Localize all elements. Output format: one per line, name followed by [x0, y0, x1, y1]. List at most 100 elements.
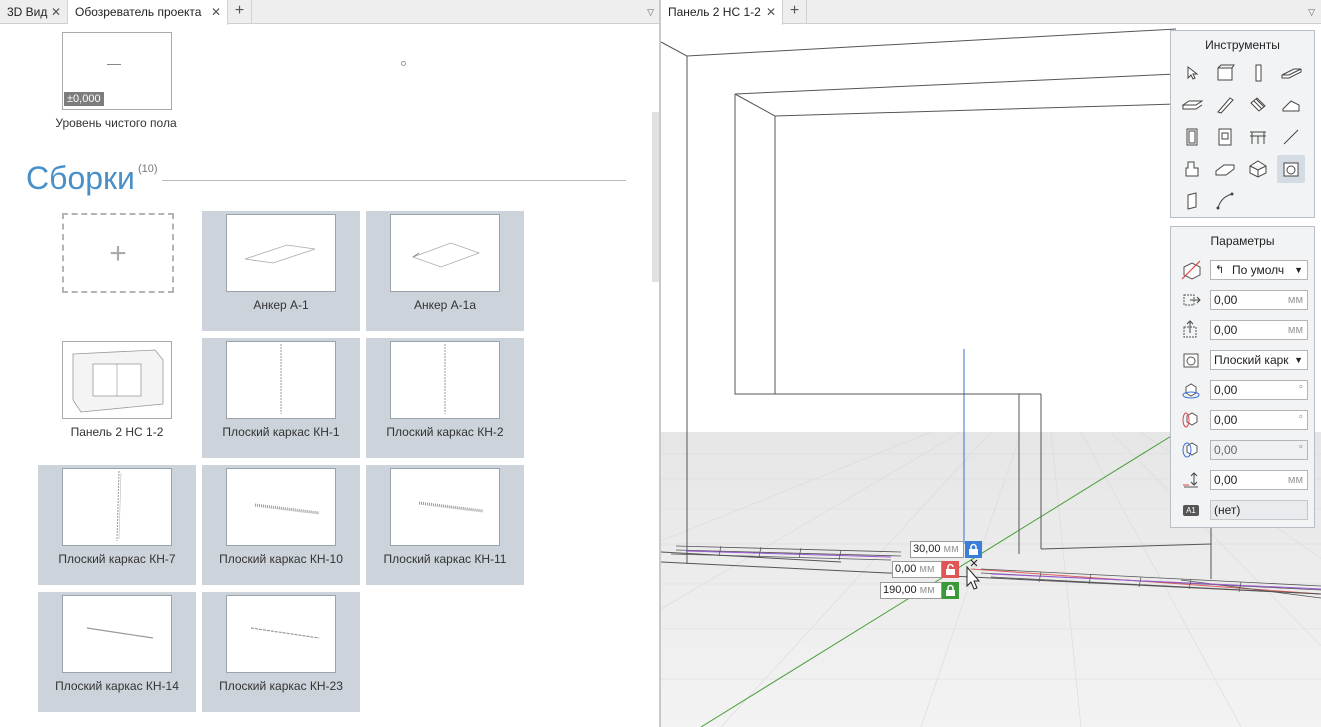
unit-label: °: [1298, 444, 1303, 456]
assembly-card[interactable]: Анкер А-1а: [366, 211, 524, 331]
rotate-y-value: 0,00: [1214, 443, 1238, 457]
axis-icon: ↰: [1215, 264, 1225, 276]
frame-preview-icon: [280, 344, 282, 414]
lock-icon[interactable]: [965, 541, 982, 558]
assembly-label: Панель 2 НС 1-2: [70, 425, 164, 439]
anchor-preview-icon: [244, 244, 316, 264]
tab-3d-view-label: 3D Вид: [7, 5, 48, 19]
frame-type-select[interactable]: Плоский карк ▼: [1210, 350, 1308, 370]
frame-preview-icon: [418, 501, 484, 513]
line-tool-icon[interactable]: [1277, 123, 1305, 151]
dimension-unit: мм: [919, 563, 935, 575]
offset-y-input[interactable]: 0,00 мм: [1210, 320, 1308, 340]
assembly-card[interactable]: Плоский каркас КН-7: [38, 465, 196, 585]
vertical-scrollbar[interactable]: [652, 112, 659, 282]
assembly-card[interactable]: Плоский каркас КН-23: [202, 592, 360, 712]
object-tool-icon[interactable]: [1178, 155, 1206, 183]
level-badge: ±0,000: [64, 92, 104, 106]
close-icon[interactable]: ✕: [51, 0, 61, 24]
slab-tool-icon[interactable]: [1178, 91, 1206, 119]
dimension-x-value: 0,00: [895, 563, 917, 575]
assembly-thumbnail: [226, 468, 336, 546]
column-tool-icon[interactable]: [1244, 59, 1272, 87]
assembly-card[interactable]: Плоский каркас КН-10: [202, 465, 360, 585]
opening-tool-icon[interactable]: [1178, 187, 1206, 215]
assembly-card[interactable]: Анкер А-1: [202, 211, 360, 331]
assembly-card[interactable]: Плоский каркас КН-11: [366, 465, 524, 585]
tab-panel-view[interactable]: Панель 2 НС 1-2 ✕: [661, 0, 783, 25]
frame-tool-icon[interactable]: [1277, 155, 1305, 183]
frame-preview-icon: [444, 344, 446, 414]
dimension-unit: мм: [943, 543, 959, 555]
ramp-tool-icon[interactable]: [1211, 91, 1239, 119]
lock-icon[interactable]: [942, 582, 959, 599]
add-tab-button[interactable]: +: [783, 0, 807, 24]
parameters-panel-title: Параметры: [1210, 234, 1275, 248]
unit-label: мм: [1287, 294, 1303, 306]
chevron-down-icon: ▼: [1294, 265, 1303, 275]
tab-menu-icon[interactable]: ▽: [647, 0, 654, 24]
add-tab-button[interactable]: +: [228, 0, 252, 24]
curve-tool-icon[interactable]: [1211, 187, 1239, 215]
assembly-card-panel[interactable]: [62, 341, 172, 419]
assembly-thumbnail: [226, 214, 336, 292]
frame-preview-icon: [250, 627, 320, 639]
assembly-card[interactable]: Плоский каркас КН-2: [366, 338, 524, 458]
dot-icon: [401, 61, 406, 66]
right-tab-bar: Панель 2 НС 1-2 ✕ + ▽: [661, 0, 1321, 25]
door-tool-icon[interactable]: [1178, 123, 1206, 151]
dimension-x-input[interactable]: 0,00 мм: [892, 561, 942, 578]
assembly-label: Анкер А-1: [253, 298, 309, 312]
window-tool-icon[interactable]: [1211, 123, 1239, 151]
rotate-z-icon: [1179, 378, 1203, 402]
assembly-label: Анкер А-1а: [413, 298, 477, 312]
assembly-thumbnail: [226, 341, 336, 419]
3d-viewport[interactable]: 30,00 мм 0,00 мм 190,00 мм Инструменты П…: [661, 24, 1321, 727]
beam-tool-icon[interactable]: [1277, 59, 1305, 87]
left-tab-bar: 3D Вид ✕ Обозреватель проекта ✕ + ▽: [0, 0, 660, 25]
section-title: Сборки: [26, 160, 135, 196]
close-icon[interactable]: ✕: [211, 0, 221, 24]
offset-x-input[interactable]: 0,00 мм: [1210, 290, 1308, 310]
tab-3d-view[interactable]: 3D Вид ✕: [0, 0, 68, 24]
tag-icon-label: A1: [1183, 504, 1199, 516]
wall-tool-icon[interactable]: [1211, 59, 1239, 87]
unlock-icon[interactable]: [942, 561, 959, 578]
view-mode-icon: [1179, 258, 1203, 282]
level-thumbnail[interactable]: ±0,000: [62, 32, 172, 110]
add-assembly-button[interactable]: +: [62, 213, 174, 293]
level-line: [107, 64, 121, 65]
height-input[interactable]: 0,00 мм: [1210, 470, 1308, 490]
stair-tool-icon[interactable]: [1244, 91, 1272, 119]
railing-tool-icon[interactable]: [1244, 123, 1272, 151]
tab-project-browser-label: Обозреватель проекта: [75, 5, 202, 19]
parameters-panel: Параметры По умолч ▼ ↰ 0,00 мм 0,00 мм Плоск…: [1170, 226, 1315, 528]
rotate-z-input[interactable]: 0,00 °: [1210, 380, 1308, 400]
close-icon[interactable]: ✕: [766, 0, 776, 24]
assembly-thumbnail: [390, 214, 500, 292]
select-tool-icon[interactable]: [1178, 59, 1206, 87]
dimension-z-input[interactable]: 30,00 мм: [910, 541, 964, 558]
placement-mode-value: По умолч: [1232, 263, 1285, 277]
assembly-card[interactable]: Плоский каркас КН-14: [38, 592, 196, 712]
profile-tool-icon[interactable]: [1211, 155, 1239, 183]
section-count: (10): [138, 163, 158, 175]
dimension-z-value: 30,00: [913, 543, 941, 555]
rotate-z-value: 0,00: [1214, 383, 1238, 397]
tab-menu-icon[interactable]: ▽: [1308, 0, 1315, 24]
rotate-x-input[interactable]: 0,00 °: [1210, 410, 1308, 430]
assembly-card[interactable]: Плоский каркас КН-1: [202, 338, 360, 458]
height-value: 0,00: [1214, 473, 1238, 487]
level-caption: Уровень чистого пола: [55, 116, 177, 130]
tab-project-browser[interactable]: Обозреватель проекта ✕: [68, 0, 228, 25]
roof-tool-icon[interactable]: [1277, 91, 1305, 119]
dimension-y-input[interactable]: 190,00 мм: [880, 582, 942, 599]
frame-preview-icon: [254, 503, 320, 515]
solid-tool-icon[interactable]: [1244, 155, 1272, 183]
rotate-y-input[interactable]: 0,00 °: [1210, 440, 1308, 460]
panel-preview-icon: [72, 349, 164, 413]
tag-field[interactable]: (нет): [1210, 500, 1308, 520]
offset-x-value: 0,00: [1214, 293, 1238, 307]
tools-panel-title: Инструменты: [1205, 38, 1280, 52]
placement-mode-select[interactable]: По умолч ▼ ↰: [1210, 260, 1308, 280]
